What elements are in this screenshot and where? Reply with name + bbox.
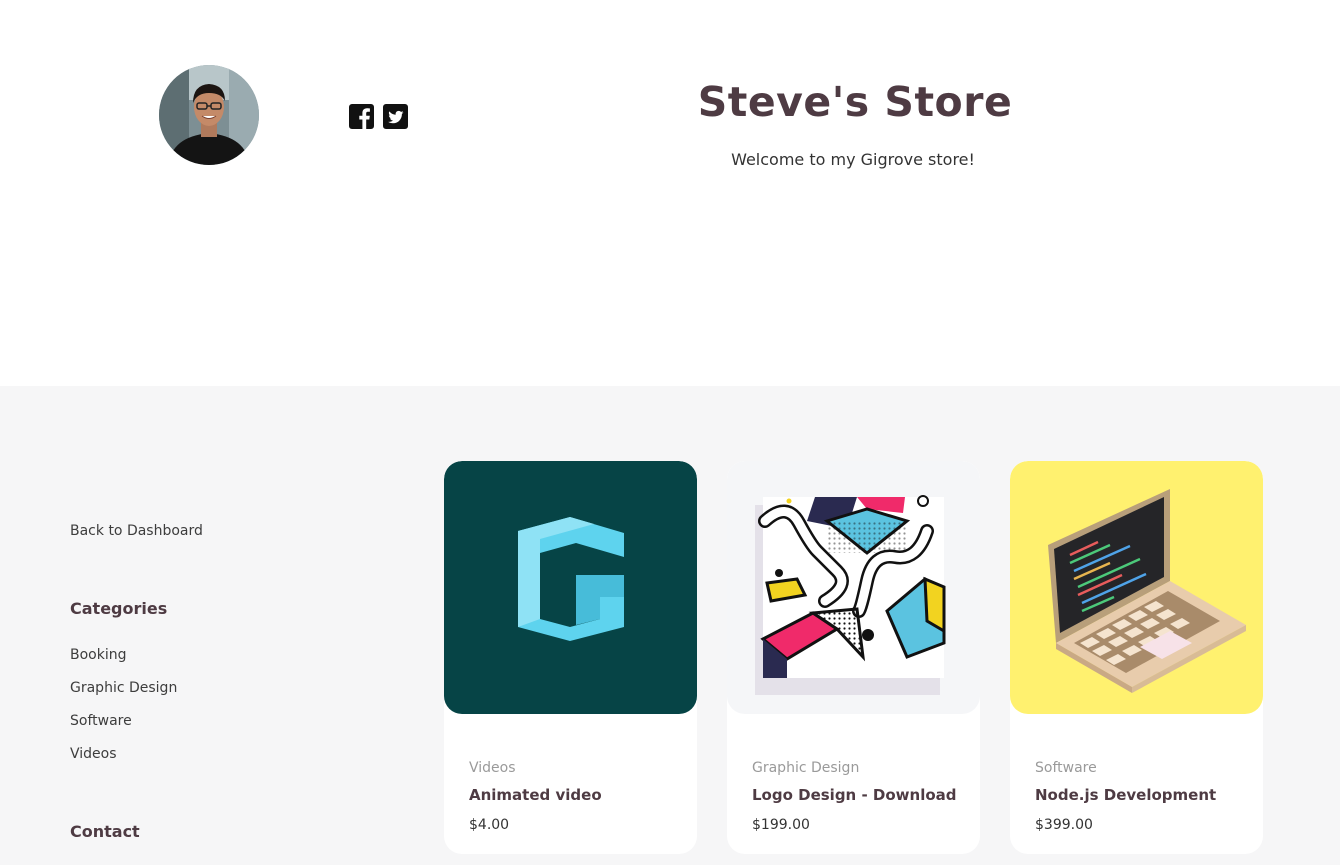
product-thumbnail	[444, 461, 697, 714]
product-thumbnail	[1010, 461, 1263, 714]
product-category: Graphic Design	[752, 760, 860, 776]
product-price: $4.00	[469, 817, 510, 833]
store-header: Steve's Store Welcome to my Gigrove stor…	[0, 0, 1340, 386]
product-thumbnail-image	[727, 461, 980, 714]
product-name[interactable]: Animated video	[469, 786, 602, 804]
category-link-graphic-design[interactable]: Graphic Design	[70, 680, 177, 696]
back-to-dashboard-link[interactable]: Back to Dashboard	[70, 523, 203, 539]
facebook-icon[interactable]	[349, 104, 374, 129]
product-category: Software	[1035, 760, 1097, 776]
store-main: Back to Dashboard Categories Booking Gra…	[0, 386, 1340, 865]
categories-heading: Categories	[70, 599, 168, 618]
social-links	[349, 104, 408, 129]
product-thumbnail	[727, 461, 980, 714]
store-title: Steve's Store	[697, 78, 1013, 126]
category-link-software[interactable]: Software	[70, 713, 132, 729]
product-price: $199.00	[752, 817, 810, 833]
contact-heading: Contact	[70, 822, 140, 841]
product-name[interactable]: Node.js Development	[1035, 786, 1216, 804]
product-category: Videos	[469, 760, 516, 776]
product-thumbnail-image	[1010, 461, 1263, 714]
category-link-booking[interactable]: Booking	[70, 647, 127, 663]
product-price: $399.00	[1035, 817, 1093, 833]
product-name[interactable]: Logo Design - Download	[752, 786, 957, 804]
product-thumbnail-image	[444, 461, 697, 714]
product-card[interactable]: Graphic Design Logo Design - Download $1…	[727, 461, 980, 854]
product-card[interactable]: Videos Animated video $4.00	[444, 461, 697, 854]
category-link-videos[interactable]: Videos	[70, 746, 117, 762]
twitter-icon[interactable]	[383, 104, 408, 129]
avatar	[159, 65, 259, 165]
store-welcome-text: Welcome to my Gigrove store!	[731, 150, 975, 169]
product-card[interactable]: Software Node.js Development $399.00	[1010, 461, 1263, 854]
